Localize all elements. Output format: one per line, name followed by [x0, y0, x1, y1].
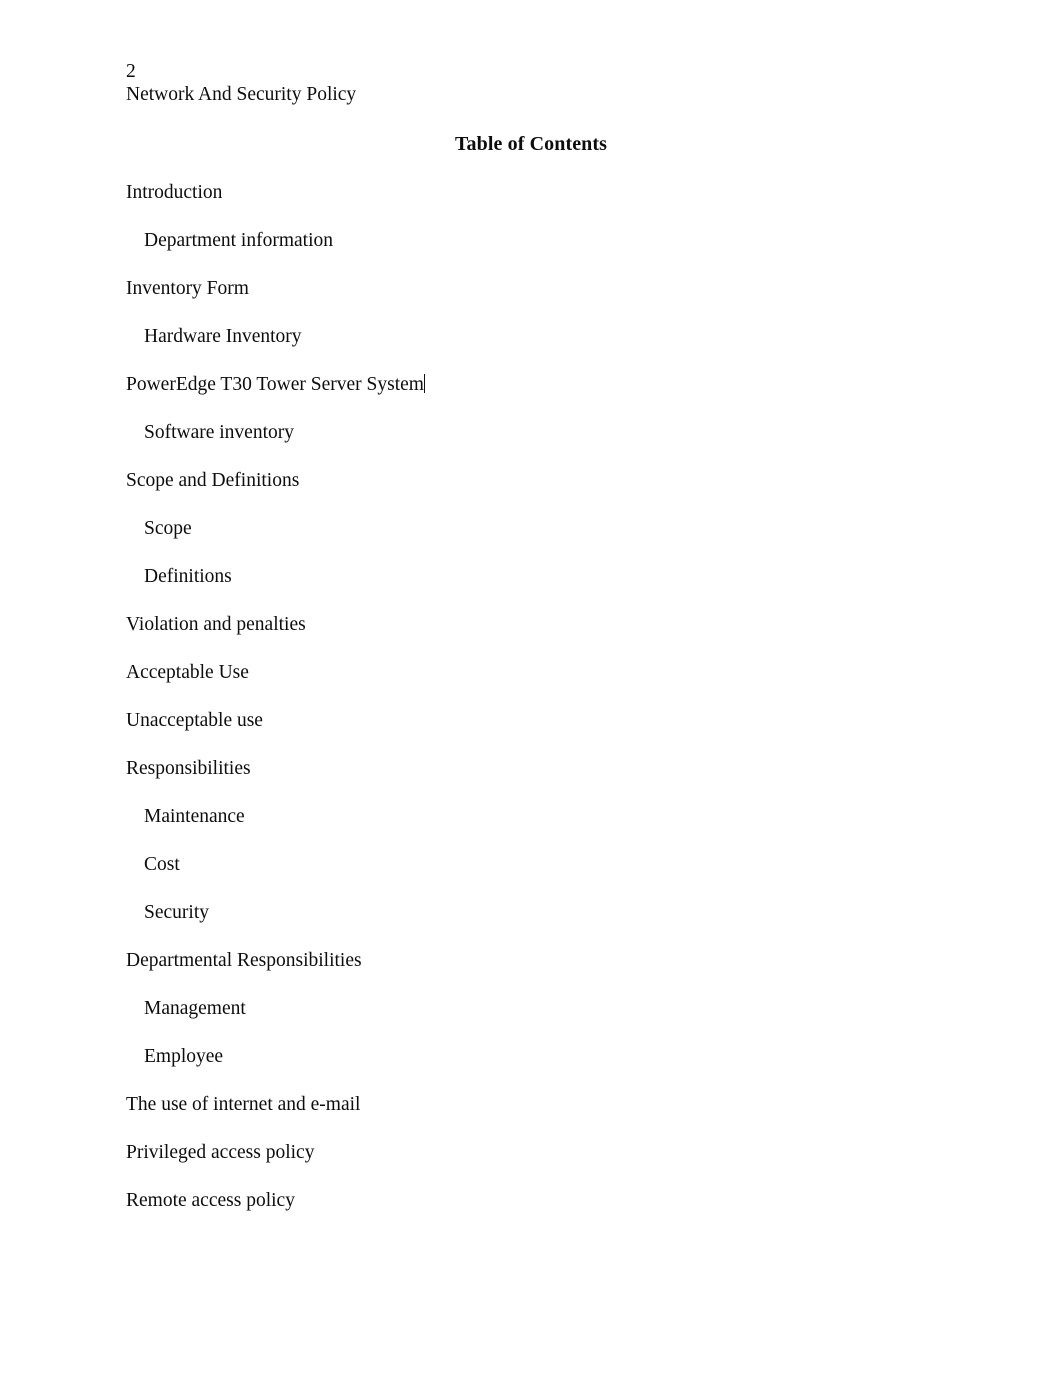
- toc-entry[interactable]: Remote access policy: [0, 1189, 1062, 1237]
- toc-entry-label: Violation and penalties: [126, 614, 306, 635]
- toc-entry[interactable]: Privileged access policy: [0, 1141, 1062, 1189]
- toc-entry-label: PowerEdge T30 Tower Server System: [126, 374, 424, 395]
- toc-entry-label: Maintenance: [144, 806, 245, 827]
- toc-entry-label: Departmental Responsibilities: [126, 950, 362, 971]
- toc-entry-label: Acceptable Use: [126, 662, 249, 683]
- toc-entry[interactable]: Scope: [0, 517, 1062, 565]
- document-page: 2 Network And Security Policy Table of C…: [0, 0, 1062, 1376]
- toc-entry[interactable]: Hardware Inventory: [0, 325, 1062, 373]
- table-of-contents-list: Introduction Department information Invent…: [0, 181, 1062, 1237]
- toc-entry-label: Definitions: [144, 566, 232, 587]
- toc-entry[interactable]: Acceptable Use: [0, 661, 1062, 709]
- toc-entry[interactable]: PowerEdge T30 Tower Server System: [0, 373, 1062, 421]
- toc-entry[interactable]: Scope and Definitions: [0, 469, 1062, 517]
- toc-entry[interactable]: Security: [0, 901, 1062, 949]
- toc-entry[interactable]: Responsibilities: [0, 757, 1062, 805]
- toc-entry-label: Remote access policy: [126, 1190, 295, 1211]
- toc-entry[interactable]: Maintenance: [0, 805, 1062, 853]
- toc-entry-label: Introduction: [126, 182, 223, 203]
- toc-entry[interactable]: Management: [0, 997, 1062, 1045]
- toc-entry-label: Management: [144, 998, 246, 1019]
- toc-entry-label: The use of internet and e-mail: [126, 1094, 361, 1115]
- toc-entry-label: Scope: [144, 518, 192, 539]
- running-header: 2 Network And Security Policy: [126, 60, 356, 106]
- toc-entry-label: Privileged access policy: [126, 1142, 315, 1163]
- toc-entry[interactable]: Department information: [0, 229, 1062, 277]
- toc-entry-label: Inventory Form: [126, 278, 249, 299]
- toc-entry[interactable]: The use of internet and e-mail: [0, 1093, 1062, 1141]
- toc-entry-label: Responsibilities: [126, 758, 251, 779]
- table-of-contents-heading: Table of Contents: [454, 133, 608, 155]
- toc-entry[interactable]: Employee: [0, 1045, 1062, 1093]
- document-title: Network And Security Policy: [126, 84, 357, 105]
- toc-entry[interactable]: Violation and penalties: [0, 613, 1062, 661]
- toc-entry[interactable]: Software inventory: [0, 421, 1062, 469]
- toc-entry[interactable]: Departmental Responsibilities: [0, 949, 1062, 997]
- toc-entry-label: Security: [144, 902, 209, 923]
- toc-entry-label: Department information: [144, 230, 333, 251]
- toc-entry-label: Software inventory: [144, 422, 295, 443]
- toc-entry-label: Cost: [144, 854, 180, 875]
- toc-entry[interactable]: Cost: [0, 853, 1062, 901]
- toc-entry[interactable]: Inventory Form: [0, 277, 1062, 325]
- toc-entry-label: Employee: [144, 1046, 224, 1067]
- toc-entry-label: Hardware Inventory: [144, 326, 302, 347]
- toc-entry-label: Unacceptable use: [126, 710, 263, 731]
- text-caret: [423, 374, 425, 393]
- toc-entry-label: Scope and Definitions: [126, 470, 300, 491]
- toc-entry[interactable]: Introduction: [0, 181, 1062, 229]
- page-number: 2: [126, 61, 136, 82]
- toc-entry[interactable]: Unacceptable use: [0, 709, 1062, 757]
- toc-entry[interactable]: Definitions: [0, 565, 1062, 613]
